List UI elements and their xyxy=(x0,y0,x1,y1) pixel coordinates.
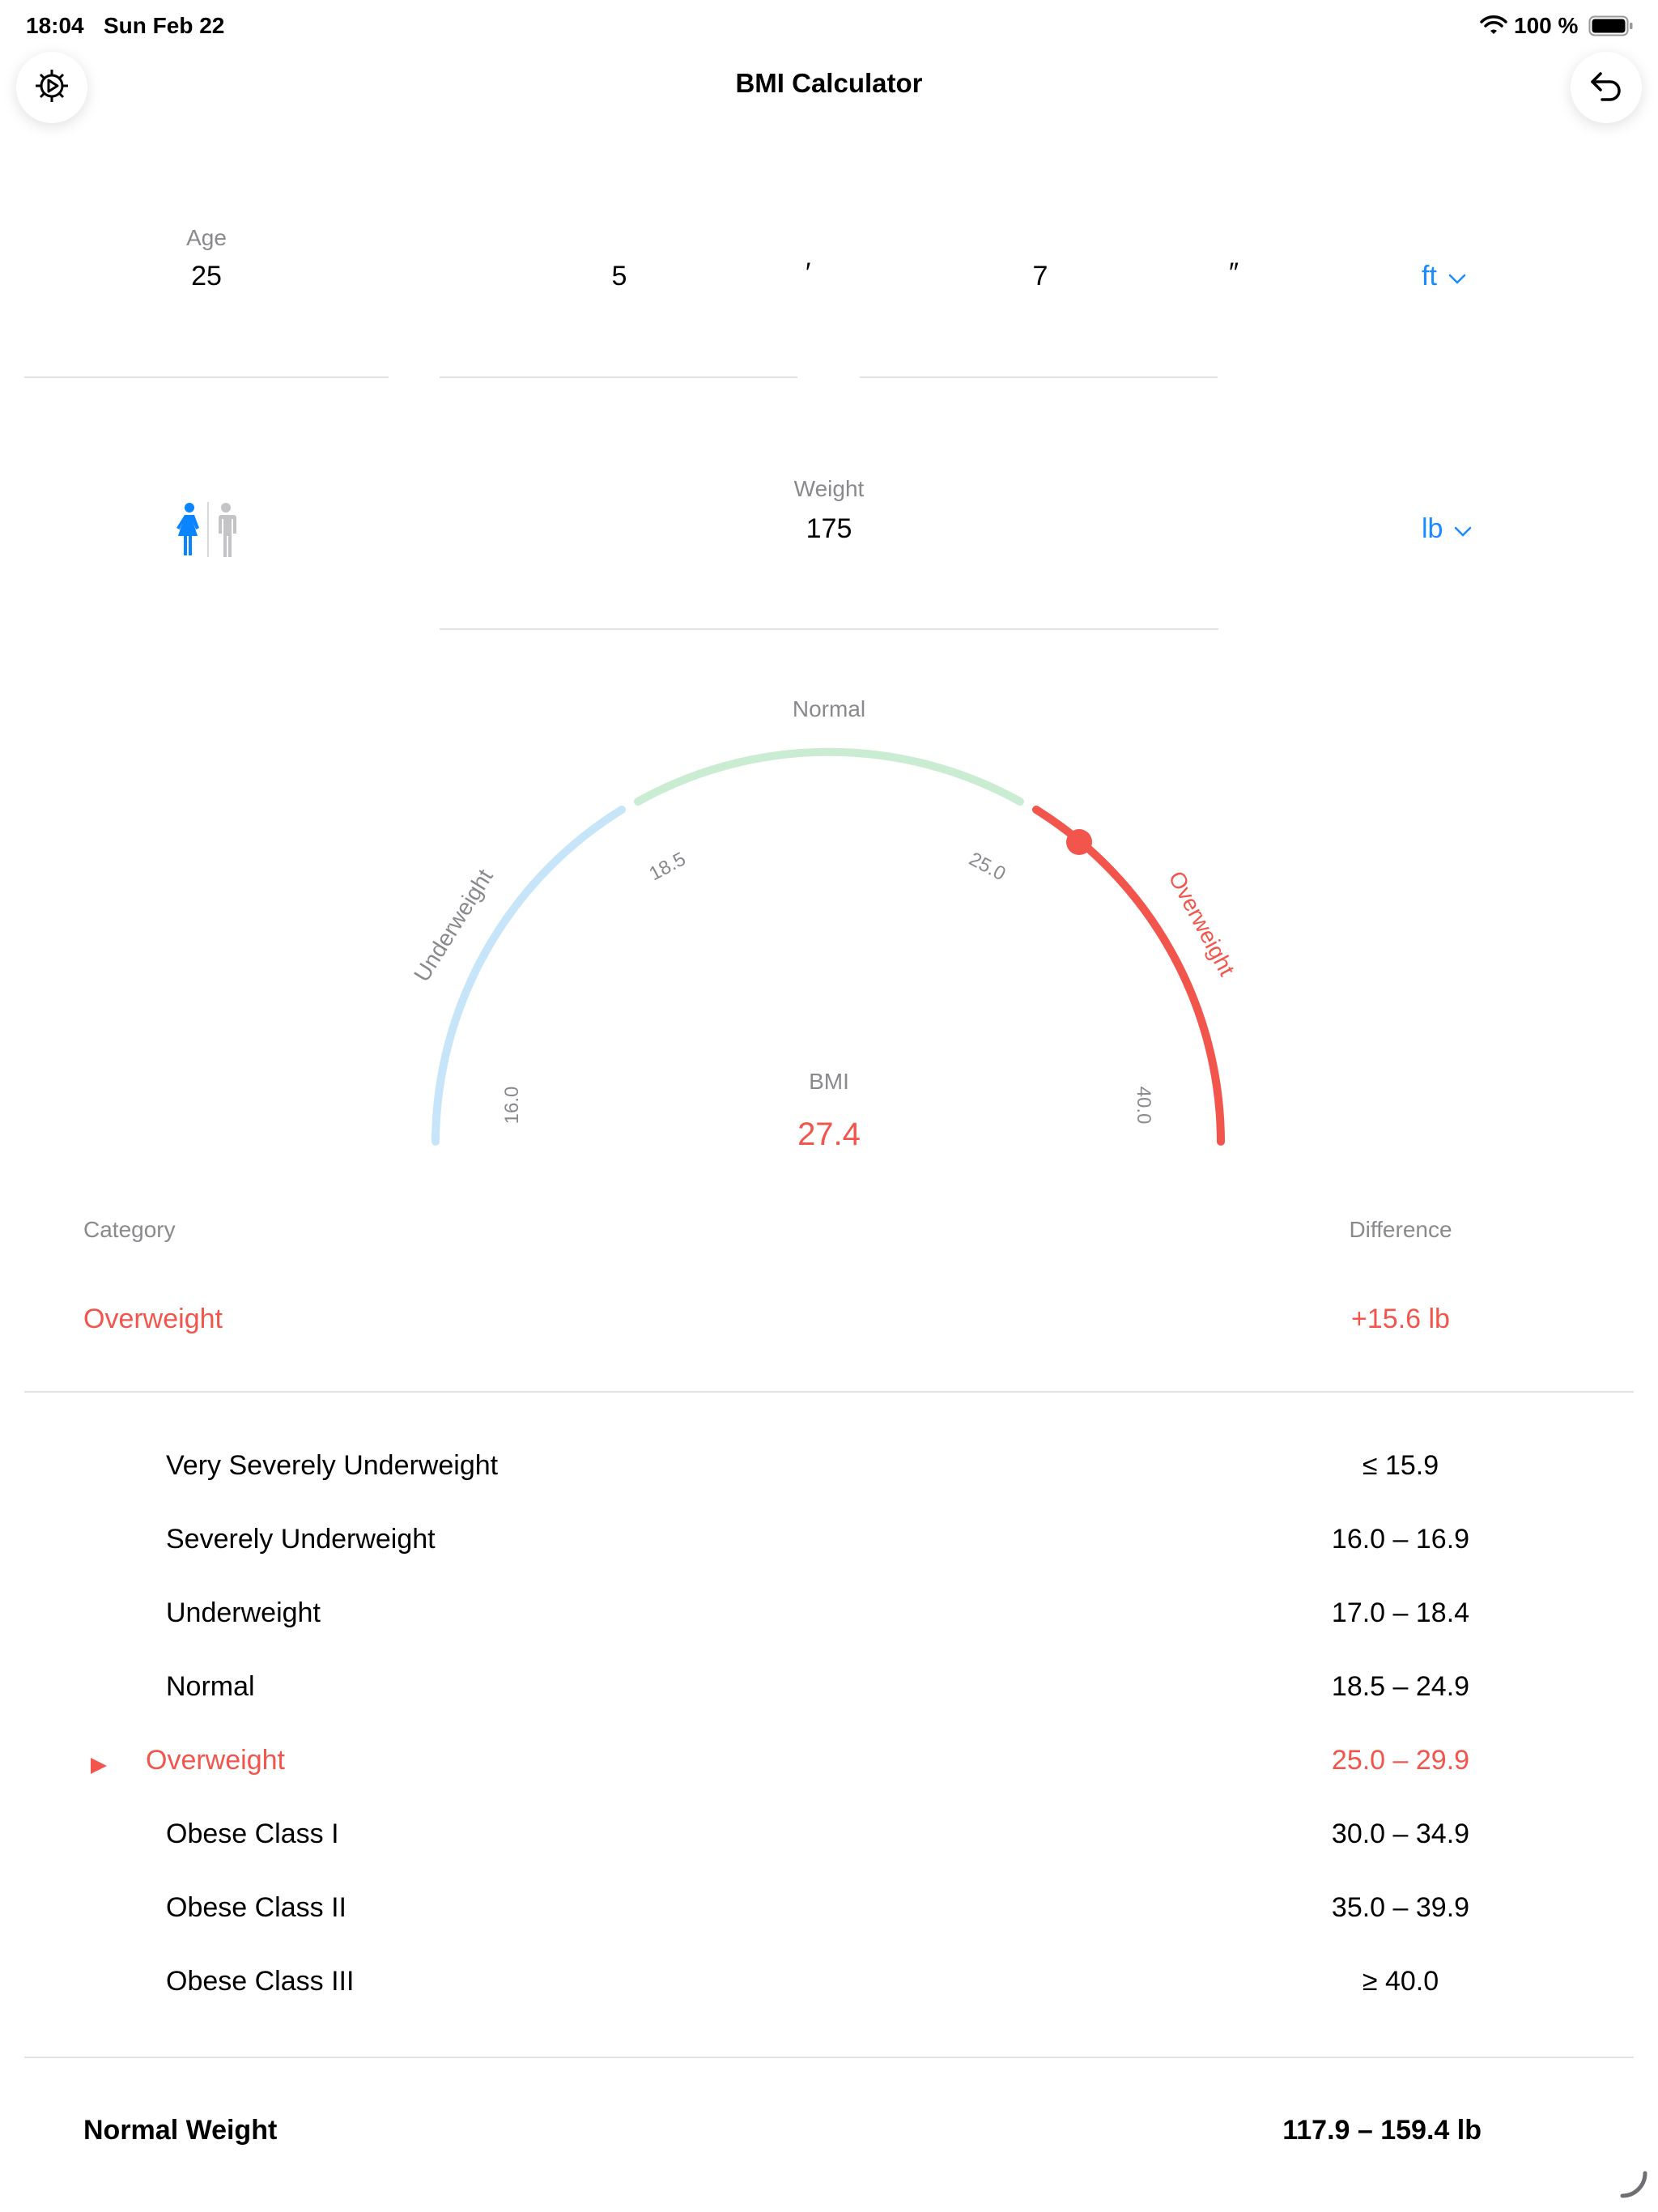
range-name: Obese Class II xyxy=(166,1892,346,1923)
range-name: Normal xyxy=(166,1671,255,1702)
result-divider xyxy=(24,1391,1634,1393)
bmi-gauge: Normal Underweight Overweight 16.0 18.5 … xyxy=(409,696,1239,1152)
category-value: Overweight xyxy=(83,1304,223,1334)
range-value: ≥ 40.0 xyxy=(1362,1966,1439,1997)
gauge-normal-label: Normal xyxy=(793,696,865,721)
range-value: 25.0 – 29.9 xyxy=(1331,1745,1470,1776)
range-name: Underweight xyxy=(166,1597,321,1628)
range-row: Obese Class I 30.0 – 34.9 xyxy=(0,1819,1658,1883)
gauge-underweight-arc xyxy=(432,806,626,1146)
gauge-tick-16: 16.0 xyxy=(501,1087,523,1125)
gauge-underweight-label: Underweight xyxy=(409,865,498,986)
range-value: 17.0 – 18.4 xyxy=(1331,1597,1470,1628)
range-row: Underweight 17.0 – 18.4 xyxy=(0,1597,1658,1662)
gauge-normal-arc xyxy=(634,747,1024,806)
range-value: 16.0 – 16.9 xyxy=(1331,1524,1470,1555)
difference-value: +15.6 lb xyxy=(1351,1304,1450,1334)
gauge-indicator xyxy=(1066,829,1092,855)
range-row: Very Severely Underweight ≤ 15.9 xyxy=(0,1450,1658,1515)
range-value: 18.5 – 24.9 xyxy=(1331,1671,1470,1702)
range-row: Normal 18.5 – 24.9 xyxy=(0,1671,1658,1736)
range-name: Severely Underweight xyxy=(166,1524,436,1555)
range-name: Overweight xyxy=(146,1745,285,1776)
gauge-overweight-arc xyxy=(1032,806,1225,1146)
gauge-tick-40: 40.0 xyxy=(1133,1087,1154,1125)
range-row: Obese Class II 35.0 – 39.9 xyxy=(0,1892,1658,1957)
range-value: 35.0 – 39.9 xyxy=(1331,1892,1470,1923)
difference-header: Difference xyxy=(1349,1217,1452,1242)
normal-weight-value: 117.9 – 159.4 lb xyxy=(1282,2115,1482,2146)
range-name: Obese Class I xyxy=(166,1819,339,1849)
range-name: Obese Class III xyxy=(166,1966,355,1997)
range-name: Very Severely Underweight xyxy=(166,1450,499,1481)
gauge-tick-25: 25.0 xyxy=(966,848,1010,885)
range-row: Obese Class III ≥ 40.0 xyxy=(0,1966,1658,2031)
range-value: ≤ 15.9 xyxy=(1362,1450,1439,1481)
normal-weight-label: Normal Weight xyxy=(83,2115,278,2146)
bmi-value: 27.4 xyxy=(797,1117,861,1152)
bmi-label: BMI xyxy=(809,1069,849,1094)
resize-grip-icon[interactable] xyxy=(1619,2170,1648,2203)
gauge-tick-18-5: 18.5 xyxy=(646,848,690,885)
range-row: Severely Underweight 16.0 – 16.9 xyxy=(0,1524,1658,1589)
range-value: 30.0 – 34.9 xyxy=(1331,1819,1470,1849)
ranges-divider xyxy=(24,2057,1634,2058)
category-header: Category xyxy=(83,1217,176,1242)
current-range-marker-icon xyxy=(89,1751,108,1783)
range-row-current: Overweight 25.0 – 29.9 xyxy=(0,1745,1658,1810)
